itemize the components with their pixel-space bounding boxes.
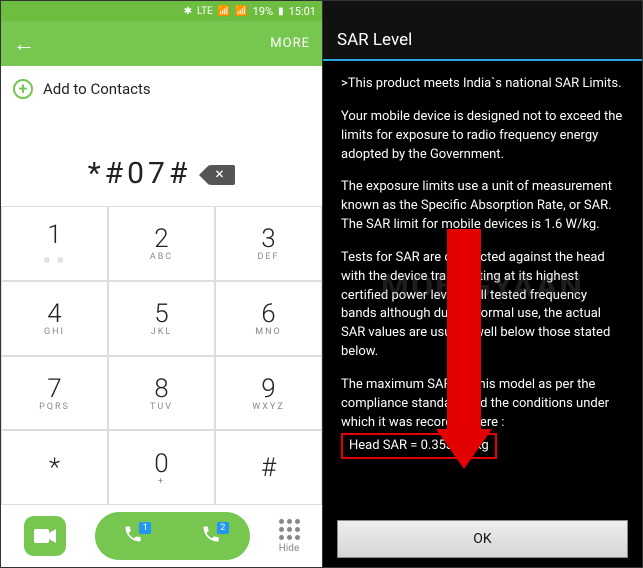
key-3[interactable]: 3DEF	[215, 206, 322, 281]
hide-keypad-button[interactable]: Hide	[279, 519, 300, 554]
back-icon[interactable]: ←	[13, 31, 35, 57]
clock: 15:01	[289, 5, 316, 18]
key-sub: GHI	[44, 327, 65, 337]
call-buttons[interactable]: 1 2	[95, 512, 250, 560]
add-to-contacts-label: Add to Contacts	[43, 80, 151, 98]
sar-p1: >This product meets India`s national SAR…	[341, 75, 624, 94]
keypad-dots-icon	[279, 519, 300, 540]
dialed-number: *#07#	[88, 156, 192, 191]
key-num: 4	[47, 299, 61, 329]
lte-icon: LTE	[197, 6, 213, 17]
key-sub: JKL	[151, 327, 172, 337]
backspace-icon[interactable]	[209, 165, 235, 185]
key-num: 7	[47, 374, 61, 404]
key-5[interactable]: 5JKL	[108, 281, 215, 356]
hide-label: Hide	[279, 543, 300, 554]
key-num: 3	[261, 224, 275, 254]
key-num: 1	[47, 220, 61, 250]
key-8[interactable]: 8TUV	[108, 356, 215, 431]
call-sim2-button[interactable]: 2	[201, 524, 221, 549]
battery-text: 19%	[253, 5, 273, 18]
right-status-bar	[323, 1, 642, 21]
dial-display: *#07#	[1, 111, 322, 206]
key-0[interactable]: 0+	[108, 430, 215, 505]
key-sub: MNO	[255, 327, 281, 337]
sar-dialog-footer: OK	[323, 511, 642, 567]
add-to-contacts-row[interactable]: + Add to Contacts	[1, 66, 322, 111]
key-6[interactable]: 6MNO	[215, 281, 322, 356]
call-sim1-button[interactable]: 1	[123, 524, 143, 549]
key-#[interactable]: #	[215, 430, 322, 505]
signal-icon-2: 📶	[235, 6, 247, 17]
key-sub: +	[158, 477, 165, 487]
key-num: 2	[154, 224, 168, 254]
plus-icon[interactable]: +	[13, 79, 33, 99]
sim2-badge: 2	[217, 522, 229, 534]
signal-icon: 📶	[218, 6, 230, 17]
key-9[interactable]: 9WXYZ	[215, 356, 322, 431]
key-num: #	[261, 453, 276, 483]
key-num: 6	[261, 299, 275, 329]
key-sub: TUV	[150, 402, 173, 412]
key-*[interactable]: *	[1, 430, 108, 505]
sar-p3: The exposure limits use a unit of measur…	[341, 178, 624, 235]
ok-button[interactable]: OK	[337, 520, 628, 558]
video-call-button[interactable]	[24, 516, 66, 556]
more-button[interactable]: MORE	[270, 36, 310, 51]
key-num: 9	[261, 374, 275, 404]
key-num: 5	[154, 299, 168, 329]
sar-dialog-body: MOBIGYAAN >This product meets India`s na…	[323, 61, 642, 511]
key-sub: PQRS	[39, 402, 70, 412]
key-7[interactable]: 7PQRS	[1, 356, 108, 431]
key-num: 8	[154, 374, 168, 404]
red-arrow-annotation	[447, 229, 481, 479]
bluetooth-icon: ✱	[184, 6, 192, 17]
key-num: *	[49, 453, 60, 483]
action-bar: 1 2 Hide	[1, 505, 322, 567]
left-status-bar: ✱ LTE 📶 📶 19% ▮ 15:01	[1, 1, 322, 21]
key-4[interactable]: 4GHI	[1, 281, 108, 356]
key-sub: WXYZ	[252, 402, 284, 412]
sar-title: SAR Level	[337, 30, 412, 50]
keypad: 1 ◽◽2ABC3DEF4GHI5JKL6MNO7PQRS8TUV9WXYZ*0…	[1, 206, 322, 505]
key-1[interactable]: 1 ◽◽	[1, 206, 108, 281]
voicemail-icon: ◽◽	[41, 256, 67, 266]
sim1-badge: 1	[139, 522, 151, 534]
sar-p2: Your mobile device is designed not to ex…	[341, 108, 624, 165]
battery-icon: ▮	[278, 6, 284, 17]
key-sub: DEF	[258, 252, 280, 262]
dialer-header: ← MORE	[1, 21, 322, 66]
key-2[interactable]: 2ABC	[108, 206, 215, 281]
key-num: 0	[154, 449, 168, 479]
sar-dialog-header: SAR Level	[323, 21, 642, 61]
sar-p4: Tests for SAR are conducted against the …	[341, 249, 624, 362]
key-sub: ABC	[150, 252, 173, 262]
